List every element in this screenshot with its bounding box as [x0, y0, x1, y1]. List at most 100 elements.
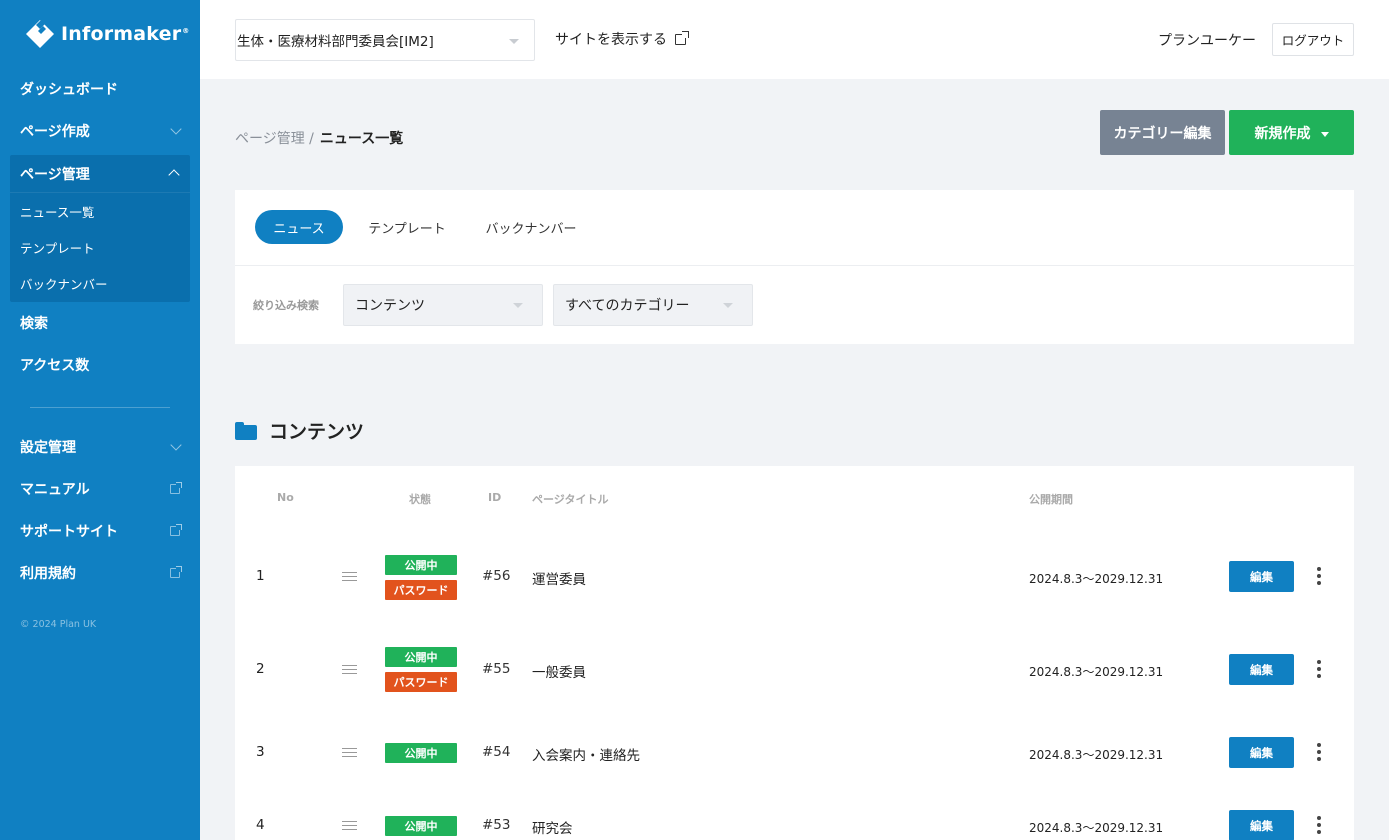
sidebar-item-label: 利用規約 — [20, 566, 76, 582]
sidebar-item-label: サポートサイト — [20, 524, 118, 540]
more-options-icon[interactable] — [1314, 567, 1324, 587]
breadcrumb-current: ニュース一覧 — [319, 131, 404, 147]
sidebar-item-access-count[interactable]: アクセス数 — [0, 345, 200, 385]
logout-button[interactable]: ログアウト — [1272, 23, 1354, 56]
sidebar-item-search[interactable]: 検索 — [0, 303, 200, 343]
row-id: #53 — [482, 817, 511, 833]
sidebar-item-label: ページ作成 — [20, 124, 90, 140]
sidebar-item-label: ダッシュボード — [20, 82, 118, 98]
new-create-button[interactable]: 新規作成 — [1229, 110, 1354, 155]
more-options-icon[interactable] — [1314, 660, 1324, 680]
content-table: No 状態 ID ページタイトル 公開期間 1 公開中 パスワード #56 運営… — [235, 466, 1354, 840]
sidebar-item-label: 設定管理 — [20, 440, 76, 456]
sidebar-item-page-management[interactable]: ページ管理 — [10, 155, 190, 193]
external-link-icon — [170, 482, 182, 494]
sidebar: Informaker® ダッシュボード ページ作成 ページ管理 ニュース一覧 テ… — [0, 0, 200, 840]
sidebar-submenu-page-management: ページ管理 ニュース一覧 テンプレート バックナンバー — [10, 155, 190, 302]
sidebar-item-page-create[interactable]: ページ作成 — [0, 111, 200, 151]
caret-down-icon — [509, 39, 519, 44]
column-header-period: 公開期間 — [1029, 493, 1073, 506]
sidebar-item-manual[interactable]: マニュアル — [0, 469, 200, 509]
content-type-select[interactable]: コンテンツ — [343, 284, 543, 326]
category-select[interactable]: すべてのカテゴリー — [553, 284, 753, 326]
external-link-icon — [675, 30, 689, 45]
status-badge-published: 公開中 — [385, 555, 457, 575]
row-title: 研究会 — [532, 821, 573, 837]
sidebar-subitem-template[interactable]: テンプレート — [10, 229, 190, 265]
column-header-id: ID — [488, 491, 502, 504]
status-badge-password: パスワード — [385, 580, 457, 600]
copyright: © 2024 Plan UK — [20, 619, 97, 630]
drag-handle-icon[interactable] — [342, 665, 357, 675]
breadcrumb-parent-link[interactable]: ページ管理 / — [235, 128, 314, 148]
edit-button[interactable]: 編集 — [1229, 654, 1294, 685]
sidebar-subitem-label: バックナンバー — [20, 276, 108, 292]
new-create-label: 新規作成 — [1254, 125, 1311, 142]
edit-button[interactable]: 編集 — [1229, 810, 1294, 840]
column-header-no: No — [277, 491, 294, 504]
category-edit-button[interactable]: カテゴリー編集 — [1100, 110, 1225, 155]
tab-label: ニュース — [273, 221, 325, 237]
caret-down-icon — [723, 303, 733, 308]
sidebar-item-label: 検索 — [20, 316, 48, 332]
column-header-title: ページタイトル — [532, 493, 609, 506]
status-badge-password: パスワード — [385, 672, 457, 692]
row-number: 1 — [256, 568, 265, 584]
tab-label: テンプレート — [368, 221, 446, 237]
sidebar-item-settings[interactable]: 設定管理 — [0, 427, 200, 467]
view-site-link[interactable]: サイトを表示する — [555, 29, 689, 49]
view-site-label: サイトを表示する — [555, 32, 667, 48]
row-number: 4 — [256, 817, 265, 833]
category-value: すべてのカテゴリー — [565, 298, 690, 314]
row-id: #56 — [482, 568, 511, 584]
edit-button[interactable]: 編集 — [1229, 737, 1294, 768]
drag-handle-icon[interactable] — [342, 748, 357, 758]
tab-bar: ニュース テンプレート バックナンバー — [235, 190, 1354, 266]
column-header-status: 状態 — [409, 493, 431, 506]
chevron-up-icon — [168, 169, 180, 181]
sidebar-item-label: アクセス数 — [20, 358, 90, 374]
filter-panel: ニュース テンプレート バックナンバー 絞り込み検索 コンテンツ すべてのカテゴ… — [235, 190, 1354, 344]
sidebar-divider — [30, 407, 170, 408]
chevron-down-icon — [170, 123, 182, 135]
drag-handle-icon[interactable] — [342, 572, 357, 582]
drag-handle-icon[interactable] — [342, 821, 357, 831]
category-edit-label: カテゴリー編集 — [1113, 125, 1212, 142]
sidebar-subitem-news-list[interactable]: ニュース一覧 — [10, 193, 190, 229]
site-select-value: 生体・医療材料部門委員会[IM2] — [237, 34, 434, 50]
sidebar-subitem-back-number[interactable]: バックナンバー — [10, 265, 190, 301]
sidebar-item-label: ページ管理 — [20, 166, 90, 183]
row-period: 2024.8.3～2029.12.31 — [1029, 572, 1164, 586]
content-type-value: コンテンツ — [355, 298, 425, 314]
user-name: プランユーケー — [1158, 33, 1256, 49]
row-title: 入会案内・連絡先 — [532, 748, 640, 764]
logo-text: Informaker® — [61, 23, 190, 45]
informaker-logo[interactable]: Informaker® — [25, 19, 190, 49]
more-options-icon[interactable] — [1314, 743, 1324, 763]
row-id: #54 — [482, 744, 511, 760]
folder-icon — [235, 421, 257, 440]
breadcrumb: ページ管理 / ニュース一覧 — [235, 128, 403, 148]
tab-label: バックナンバー — [485, 221, 577, 237]
sidebar-item-dashboard[interactable]: ダッシュボード — [0, 69, 200, 109]
sidebar-item-label: マニュアル — [20, 482, 90, 498]
edit-button[interactable]: 編集 — [1229, 561, 1294, 592]
external-link-icon — [170, 524, 182, 536]
tab-news[interactable]: ニュース — [255, 210, 343, 244]
section-title-text: コンテンツ — [269, 421, 365, 443]
external-link-icon — [170, 566, 182, 578]
row-period: 2024.8.3～2029.12.31 — [1029, 748, 1164, 762]
site-select[interactable]: 生体・医療材料部門委員会[IM2] — [235, 19, 535, 61]
row-period: 2024.8.3～2029.12.31 — [1029, 821, 1164, 835]
sidebar-item-support-site[interactable]: サポートサイト — [0, 511, 200, 551]
caret-down-icon — [513, 303, 523, 308]
section-title: コンテンツ — [235, 417, 364, 444]
status-badge-published: 公開中 — [385, 816, 457, 836]
tab-back-number[interactable]: バックナンバー — [475, 210, 587, 244]
more-options-icon[interactable] — [1314, 816, 1324, 836]
row-number: 2 — [256, 661, 265, 677]
tab-template[interactable]: テンプレート — [359, 210, 455, 244]
row-title: 一般委員 — [532, 665, 586, 681]
sidebar-item-terms[interactable]: 利用規約 — [0, 553, 200, 593]
top-header: 生体・医療材料部門委員会[IM2] サイトを表示する プランユーケー ログアウト — [200, 0, 1389, 79]
